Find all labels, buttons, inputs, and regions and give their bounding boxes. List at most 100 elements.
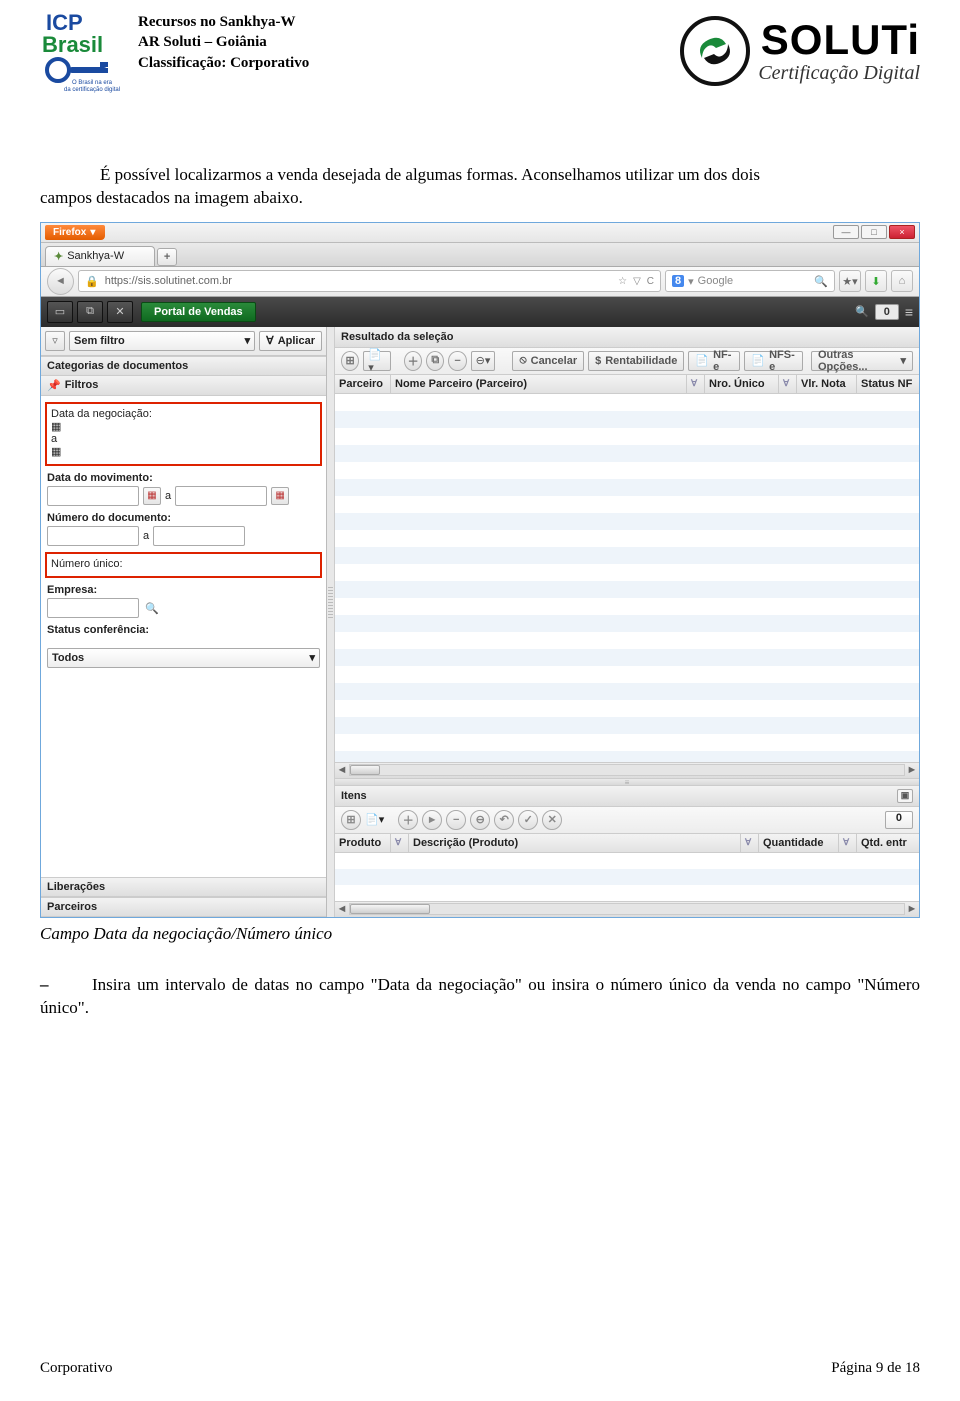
status-conf-value: Todos xyxy=(52,652,84,664)
label-data-movimento: Data do movimento: xyxy=(47,472,320,484)
col-nome-parceiro[interactable]: Nome Parceiro (Parceiro) xyxy=(391,375,687,393)
section-filtros[interactable]: 📌 Filtros xyxy=(41,376,326,396)
toolbar-more-button[interactable]: ⊖▾ xyxy=(471,351,496,371)
col-descricao[interactable]: Descrição (Produto) xyxy=(409,834,741,852)
col-filter-icon[interactable]: ∀ xyxy=(779,375,797,393)
search-icon[interactable]: 🔍 xyxy=(814,275,828,288)
appbar-menu-icon[interactable]: ≡ xyxy=(905,304,913,320)
vertical-splitter[interactable] xyxy=(327,327,335,917)
toolbar-report-button[interactable]: 📄▾ xyxy=(363,351,390,371)
reload-button[interactable]: C xyxy=(647,276,654,287)
section-parceiros[interactable]: Parceiros xyxy=(41,897,326,917)
itens-report-button[interactable]: 📄▾ xyxy=(365,813,384,826)
scroll-right-icon[interactable]: ► xyxy=(905,903,919,915)
col-status-nf[interactable]: Status NF xyxy=(857,375,919,393)
col-nro-unico[interactable]: Nro. Único xyxy=(705,375,779,393)
col-vlr-nota[interactable]: Vlr. Nota xyxy=(797,375,857,393)
cancel-button[interactable]: ⦸ Cancelar xyxy=(512,351,584,371)
outras-label: Outras Opções... xyxy=(818,349,896,373)
dropdown-icon[interactable]: ▽ xyxy=(633,276,641,287)
status-conf-combo[interactable]: Todos ▾ xyxy=(47,648,320,668)
doc-icon: 📄 xyxy=(751,354,765,367)
col-parceiro[interactable]: Parceiro xyxy=(335,375,391,393)
nfse-button[interactable]: 📄 NFS-e xyxy=(744,351,803,371)
appbar-close-button[interactable]: ✕ xyxy=(107,301,133,323)
nfe-label: NF-e xyxy=(713,349,733,373)
itens-next-button[interactable]: ► xyxy=(422,810,442,830)
col-nro-label: Nro. Único xyxy=(709,378,765,390)
section-liberacoes[interactable]: Liberações xyxy=(41,877,326,897)
input-num-doc-from[interactable] xyxy=(47,526,139,546)
col-quantidade[interactable]: Quantidade xyxy=(759,834,839,852)
window-maximize-button[interactable]: □ xyxy=(861,225,887,239)
itens-remove-button[interactable]: − xyxy=(446,810,466,830)
label-data-negociacao: Data da negociação: xyxy=(51,408,316,420)
col-filter-icon[interactable]: ∀ xyxy=(741,834,759,852)
col-filter-icon[interactable]: ∀ xyxy=(687,375,705,393)
scroll-left-icon[interactable]: ◄ xyxy=(335,903,349,915)
toolbar-copy-button[interactable]: ⧉ xyxy=(426,351,444,371)
itens-confirm-button[interactable]: ✓ xyxy=(518,810,538,830)
toolbar-view-button[interactable]: ⊞ xyxy=(341,351,359,371)
portal-tab[interactable]: Portal de Vendas xyxy=(141,302,256,322)
new-tab-button[interactable]: + xyxy=(157,248,177,266)
scroll-thumb[interactable] xyxy=(350,765,380,775)
lookup-icon[interactable]: 🔍 xyxy=(143,600,161,618)
filter-combo[interactable]: Sem filtro ▾ xyxy=(69,331,255,351)
itens-cancel-button[interactable]: ✕ xyxy=(542,810,562,830)
itens-view-button[interactable]: ⊞ xyxy=(341,810,361,830)
firefox-menu-button[interactable]: Firefox ▾ xyxy=(45,225,105,240)
col-qtd-entr[interactable]: Qtd. entr xyxy=(857,834,919,852)
grid-hscroll[interactable]: ◄ ► xyxy=(335,762,919,778)
address-bar[interactable]: 🔒 https://sis.solutinet.com.br ☆ ▽ C xyxy=(78,270,661,292)
toolbar-remove-button[interactable]: − xyxy=(448,351,466,371)
scroll-thumb[interactable] xyxy=(350,904,430,914)
funnel-button[interactable]: ▿ xyxy=(45,331,65,351)
calendar-icon[interactable]: ▦ xyxy=(143,487,161,505)
outras-opcoes-button[interactable]: Outras Opções... ▾ xyxy=(811,351,913,371)
input-data-mov-to[interactable] xyxy=(175,486,267,506)
itens-expand-button[interactable]: ▣ xyxy=(897,789,913,803)
intro-line-1: É possível localizarmos a venda desejada… xyxy=(100,165,760,184)
apply-button[interactable]: ∀ Aplicar xyxy=(259,331,322,351)
firefox-titlebar: Firefox ▾ — □ × xyxy=(41,223,919,243)
itens-add-button[interactable]: ＋ xyxy=(398,810,418,830)
appbar-panels-button[interactable]: ⧉ xyxy=(77,301,103,323)
itens-grid-body[interactable] xyxy=(335,853,919,901)
horizontal-splitter[interactable] xyxy=(335,778,919,786)
input-data-mov-from[interactable] xyxy=(47,486,139,506)
brasil-text: Brasil xyxy=(42,32,103,57)
col-produto[interactable]: Produto xyxy=(335,834,391,852)
grid-body[interactable] xyxy=(335,394,919,762)
filter-combo-label: Sem filtro xyxy=(74,335,125,347)
browser-search-box[interactable]: 8 ▾ Google 🔍 xyxy=(665,270,835,292)
browser-tab[interactable]: ✦ Sankhya-W xyxy=(45,246,155,266)
nfe-button[interactable]: 📄 NF-e xyxy=(688,351,740,371)
col-filter-icon[interactable]: ∀ xyxy=(391,834,409,852)
itens-delete-button[interactable]: ⊖ xyxy=(470,810,490,830)
window-close-button[interactable]: × xyxy=(889,225,915,239)
downloads-button[interactable]: ⬇ xyxy=(865,270,887,292)
bookmark-star-icon[interactable]: ☆ xyxy=(618,276,627,287)
toolbar-add-button[interactable]: ＋ xyxy=(404,351,422,371)
section-categorias[interactable]: Categorias de documentos xyxy=(41,356,326,376)
calendar-icon[interactable]: ▦ xyxy=(51,445,316,458)
input-num-doc-to[interactable] xyxy=(153,526,245,546)
window-minimize-button[interactable]: — xyxy=(833,225,859,239)
calendar-icon[interactable]: ▦ xyxy=(51,420,316,433)
rentabilidade-button[interactable]: $ Rentabilidade xyxy=(588,351,684,371)
back-button[interactable]: ◄ xyxy=(47,268,74,295)
scroll-left-icon[interactable]: ◄ xyxy=(335,764,349,776)
scroll-right-icon[interactable]: ► xyxy=(905,764,919,776)
itens-undo-button[interactable]: ↶ xyxy=(494,810,514,830)
col-filter-icon[interactable]: ∀ xyxy=(839,834,857,852)
input-empresa[interactable] xyxy=(47,598,139,618)
itens-hscroll[interactable]: ◄ ► xyxy=(335,901,919,917)
bookmarks-menu-button[interactable]: ★▾ xyxy=(839,270,861,292)
appbar-layout-button[interactable]: ▭ xyxy=(47,301,73,323)
home-button[interactable]: ⌂ xyxy=(891,270,913,292)
appbar-search-icon[interactable]: 🔍 xyxy=(855,305,869,318)
calendar-icon[interactable]: ▦ xyxy=(271,487,289,505)
funnel-icon: ∀ xyxy=(266,334,274,347)
browser-tabs: ✦ Sankhya-W + xyxy=(41,243,919,267)
